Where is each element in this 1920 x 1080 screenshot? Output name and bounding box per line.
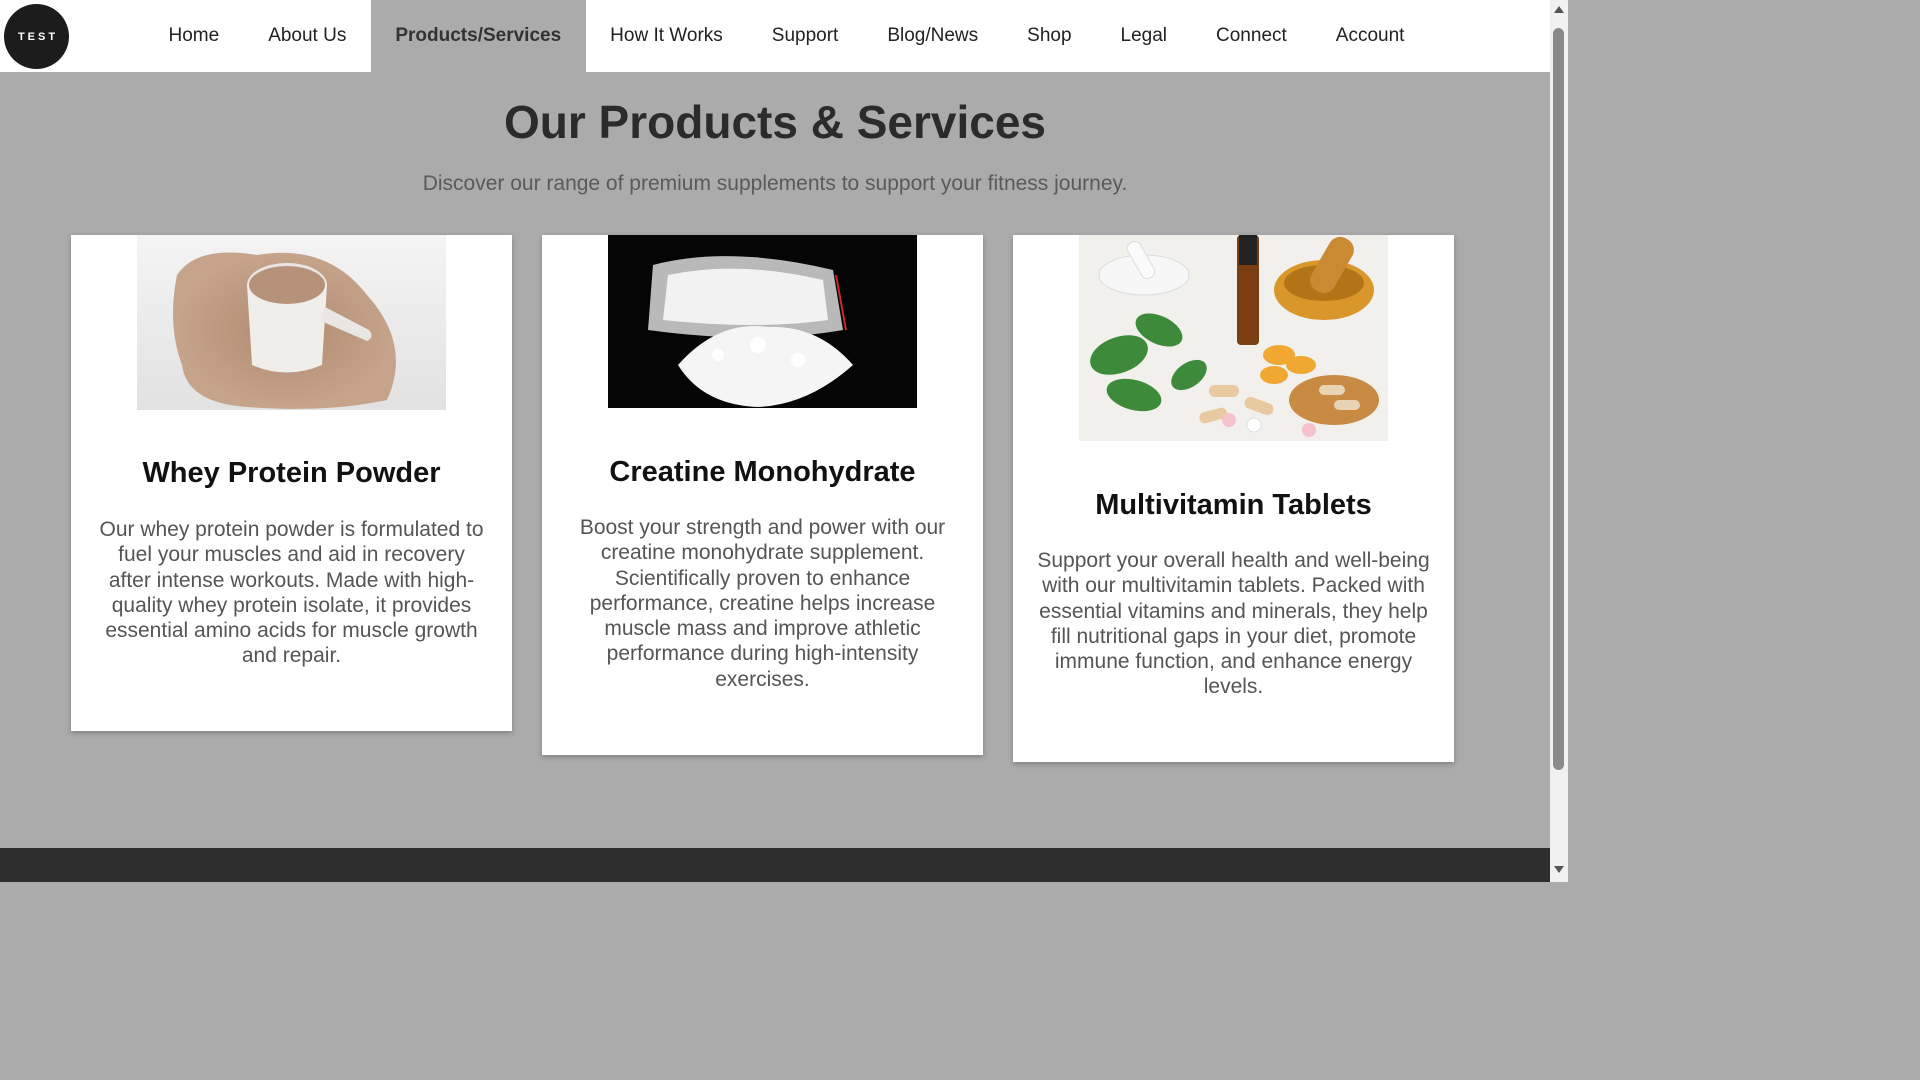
nav-item-legal[interactable]: Legal	[1096, 0, 1192, 72]
nav-item-shop[interactable]: Shop	[1003, 0, 1096, 72]
site-header: TEST Home About Us Products/Services How…	[0, 0, 1550, 72]
page-subtitle: Discover our range of premium supplement…	[422, 172, 1128, 195]
page-title: Our Products & Services	[504, 96, 1046, 148]
nav-item-products-services[interactable]: Products/Services	[370, 0, 586, 72]
creatine-image	[608, 235, 917, 408]
product-description: Our whey protein powder is formulated to…	[99, 518, 484, 668]
product-description: Boost your strength and power with our c…	[579, 516, 946, 691]
nav-item-support[interactable]: Support	[747, 0, 863, 72]
site-logo[interactable]: TEST	[4, 4, 69, 69]
scroll-down-arrow-icon[interactable]	[1554, 866, 1564, 873]
nav-item-blog-news[interactable]: Blog/News	[863, 0, 1003, 72]
nav-item-about-us[interactable]: About Us	[244, 0, 371, 72]
multivitamin-image	[1079, 235, 1388, 441]
scroll-up-arrow-icon[interactable]	[1554, 6, 1564, 13]
product-title: Whey Protein Powder	[142, 457, 441, 489]
main-nav: Home About Us Products/Services How It W…	[144, 0, 1429, 72]
product-title: Multivitamin Tablets	[1095, 489, 1372, 521]
nav-item-how-it-works[interactable]: How It Works	[586, 0, 748, 72]
vertical-scrollbar[interactable]	[1550, 0, 1568, 882]
scrollbar-thumb[interactable]	[1553, 28, 1564, 770]
product-card-multivitamin: Multivitamin Tablets Support your overal…	[1013, 235, 1454, 762]
nav-item-connect[interactable]: Connect	[1192, 0, 1312, 72]
product-description: Support your overall health and well-bei…	[1037, 549, 1430, 699]
product-title: Creatine Monohydrate	[609, 456, 916, 488]
footer-bar	[0, 848, 1550, 882]
nav-item-account[interactable]: Account	[1311, 0, 1429, 72]
page-viewport: TEST Home About Us Products/Services How…	[0, 0, 1550, 882]
whey-protein-image	[137, 235, 446, 410]
logo-text: TEST	[17, 30, 59, 43]
product-card-creatine: Creatine Monohydrate Boost your strength…	[542, 235, 983, 755]
product-card-whey-protein: Whey Protein Powder Our whey protein pow…	[71, 235, 512, 731]
nav-item-home[interactable]: Home	[144, 0, 244, 72]
